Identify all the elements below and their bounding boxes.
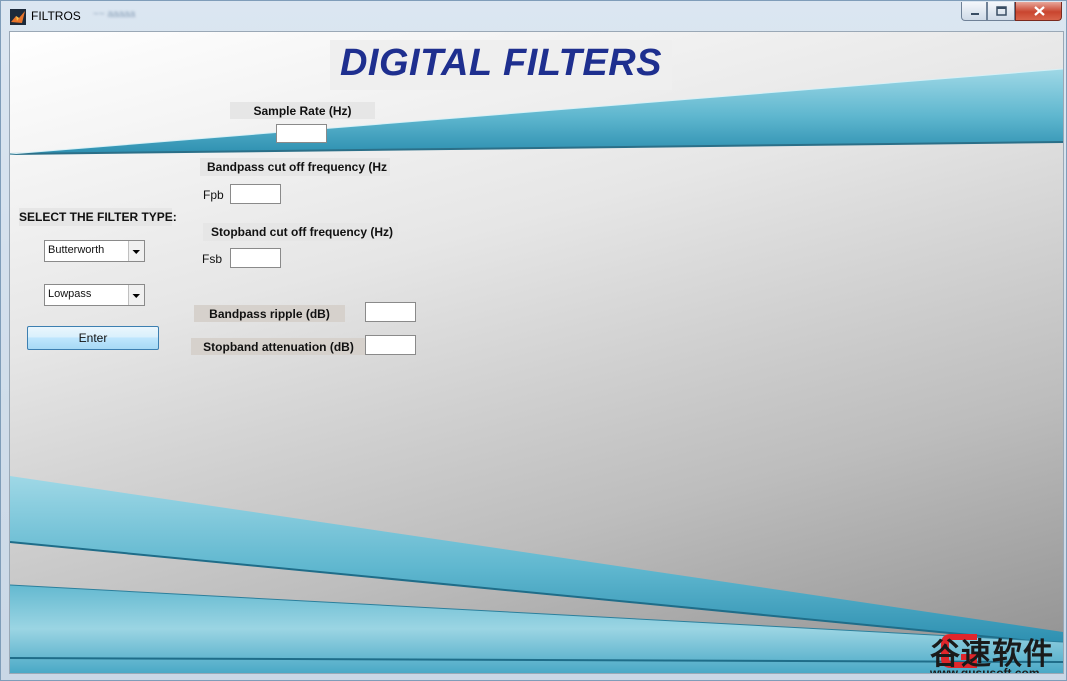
window: FILTROS ~~ aaaaa DIGITAL FILTERS Sample … — [0, 0, 1067, 681]
sample-rate-input[interactable] — [276, 124, 327, 143]
close-button[interactable] — [1015, 2, 1062, 21]
maximize-button[interactable] — [987, 2, 1015, 21]
filter-response-value: Lowpass — [48, 288, 92, 300]
minimize-button[interactable] — [961, 2, 987, 21]
fsb-input[interactable] — [230, 248, 281, 268]
window-title: FILTROS — [31, 9, 81, 23]
stopband-attenuation-input[interactable] — [365, 335, 416, 355]
minimize-icon — [971, 13, 979, 15]
filter-design-value: Butterworth — [48, 244, 105, 256]
background-ribbons — [10, 68, 1063, 673]
figure-area: DIGITAL FILTERS Sample Rate (Hz) Bandpas… — [9, 31, 1064, 674]
enter-button[interactable]: Enter — [27, 326, 159, 350]
bandpass-cutoff-label: Bandpass cut off frequency (Hz — [200, 158, 390, 176]
close-icon — [1034, 6, 1045, 16]
filter-design-dropdown[interactable]: Butterworth — [44, 240, 145, 262]
watermark-url: www.gususoft.com — [930, 666, 1040, 674]
page-title: DIGITAL FILTERS — [339, 42, 663, 84]
maximize-icon — [996, 6, 1007, 16]
fpb-label: Fpb — [203, 188, 224, 202]
matlab-figure-icon — [10, 9, 26, 25]
filter-response-dropdown[interactable]: Lowpass — [44, 284, 145, 306]
bandpass-ripple-label: Bandpass ripple (dB) — [194, 305, 345, 322]
bandpass-ripple-input[interactable] — [365, 302, 416, 322]
chevron-down-icon — [128, 285, 144, 305]
filter-type-label: SELECT THE FILTER TYPE: — [19, 208, 177, 226]
fsb-label: Fsb — [202, 252, 223, 266]
blurred-title-text: ~~ aaaaa — [93, 9, 136, 20]
chevron-down-icon — [128, 241, 144, 261]
sample-rate-label: Sample Rate (Hz) — [230, 102, 375, 119]
stopband-attenuation-label: Stopband attenuation (dB) — [191, 338, 366, 355]
stopband-cutoff-label: Stopband cut off frequency (Hz) — [203, 223, 398, 241]
title-bar: FILTROS ~~ aaaaa — [1, 1, 1066, 31]
fpb-input[interactable] — [230, 184, 281, 204]
